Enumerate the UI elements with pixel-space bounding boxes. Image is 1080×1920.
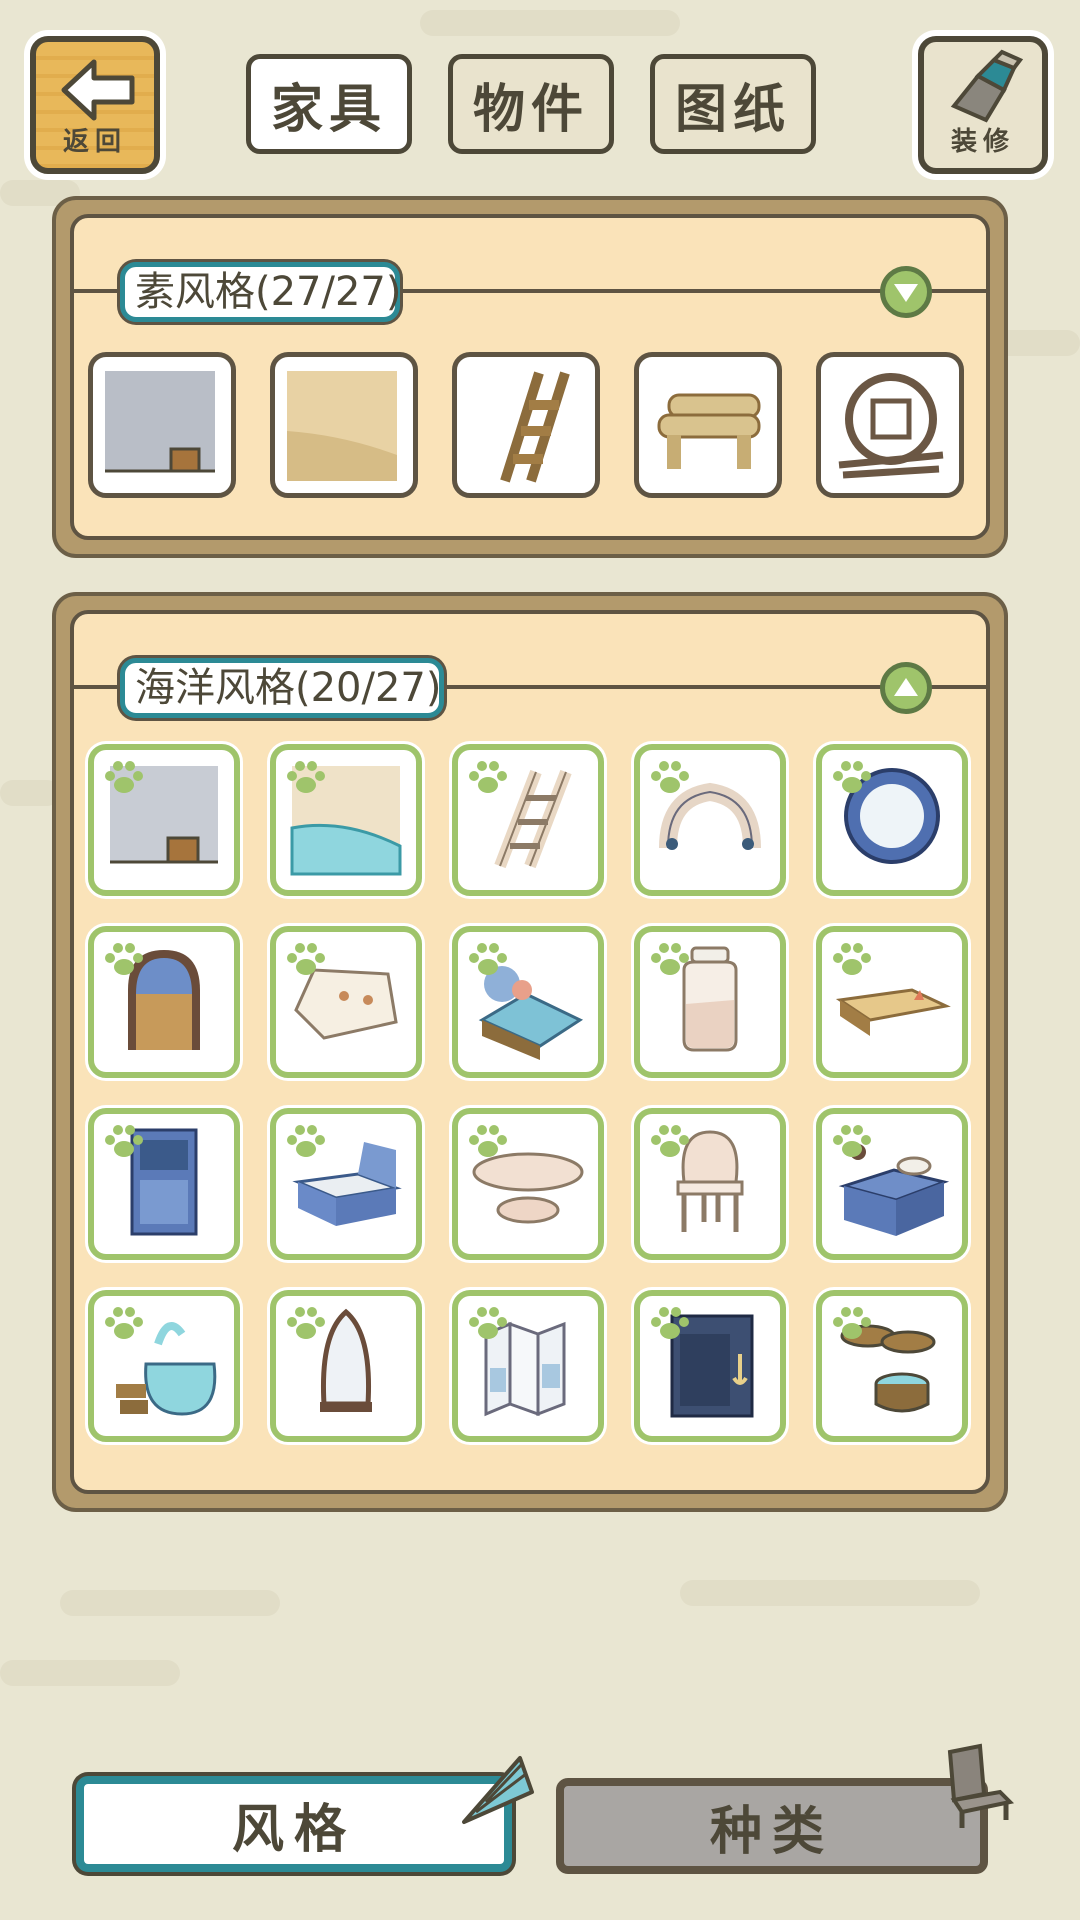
chevron-down-icon bbox=[894, 284, 918, 302]
chair-icon bbox=[947, 1743, 1015, 1828]
paw-badge-icon bbox=[105, 761, 143, 793]
back-button[interactable]: 返回 bbox=[30, 36, 160, 174]
tab-blueprints[interactable]: 图纸 bbox=[650, 54, 816, 154]
item-open-chest[interactable] bbox=[270, 1108, 422, 1260]
item-sand-floor[interactable] bbox=[270, 352, 418, 498]
stone-wall-icon bbox=[105, 371, 215, 473]
item-white-ladder[interactable] bbox=[452, 744, 604, 896]
item-round-window-frame[interactable] bbox=[816, 352, 964, 498]
paw-badge-icon bbox=[833, 1125, 871, 1157]
back-label: 返回 bbox=[62, 127, 127, 157]
expand-toggle[interactable] bbox=[880, 266, 932, 318]
item-clam-table[interactable] bbox=[452, 1108, 604, 1260]
item-surfboard-mirror[interactable] bbox=[270, 1290, 422, 1442]
paw-badge-icon bbox=[469, 1125, 507, 1157]
item-stone-wall[interactable] bbox=[88, 352, 236, 498]
item-tooth-rocks[interactable] bbox=[634, 744, 786, 896]
style-tab-button[interactable]: 风格 bbox=[76, 1776, 512, 1872]
tab-furniture[interactable]: 家具 bbox=[246, 54, 412, 154]
paint-brush-icon bbox=[950, 49, 1024, 123]
paw-badge-icon bbox=[651, 1307, 689, 1339]
arrow-left-icon bbox=[61, 59, 135, 121]
item-arched-door[interactable] bbox=[88, 926, 240, 1078]
round-frame-icon bbox=[838, 373, 944, 479]
paw-badge-icon bbox=[469, 1307, 507, 1339]
item-pool-floor[interactable] bbox=[270, 744, 422, 896]
section-title: 海洋风格(20/27) bbox=[120, 658, 444, 718]
paw-badge-icon bbox=[287, 1125, 325, 1157]
seashell-icon bbox=[462, 1756, 534, 1824]
paw-badge-icon bbox=[469, 761, 507, 793]
item-sand-jar[interactable] bbox=[634, 926, 786, 1078]
item-anchor-cabinet[interactable] bbox=[634, 1290, 786, 1442]
item-kitchen-counter[interactable] bbox=[816, 1108, 968, 1260]
category-tab-button[interactable]: 种类 bbox=[556, 1778, 988, 1874]
ladder-icon bbox=[500, 371, 570, 483]
paw-badge-icon bbox=[287, 1307, 325, 1339]
item-starfish-bench[interactable] bbox=[816, 926, 968, 1078]
decorate-button[interactable]: 装修 bbox=[918, 36, 1048, 174]
paw-badge-icon bbox=[651, 761, 689, 793]
item-wood-ladder[interactable] bbox=[452, 352, 600, 498]
paw-badge-icon bbox=[833, 761, 871, 793]
collapse-toggle[interactable] bbox=[880, 662, 932, 714]
section-plain-style: 素风格(27/27) bbox=[52, 196, 1008, 558]
item-blue-cabinet[interactable] bbox=[88, 1108, 240, 1260]
tab-objects[interactable]: 物件 bbox=[448, 54, 614, 154]
decorate-label: 装修 bbox=[950, 127, 1015, 157]
item-barrel-stack[interactable] bbox=[816, 1290, 968, 1442]
paw-badge-icon bbox=[651, 943, 689, 975]
paw-badge-icon bbox=[651, 1125, 689, 1157]
paw-badge-icon bbox=[833, 943, 871, 975]
paw-badge-icon bbox=[287, 943, 325, 975]
paw-badge-icon bbox=[105, 943, 143, 975]
item-shell-bed[interactable] bbox=[452, 926, 604, 1078]
item-porthole-window[interactable] bbox=[816, 744, 968, 896]
item-shell-chair[interactable] bbox=[634, 1108, 786, 1260]
section-title: 素风格(27/27) bbox=[120, 262, 401, 322]
paw-badge-icon bbox=[105, 1125, 143, 1157]
log-bench-icon bbox=[657, 393, 761, 469]
item-log-bench[interactable] bbox=[634, 352, 782, 498]
item-folding-screen[interactable] bbox=[452, 1290, 604, 1442]
paw-badge-icon bbox=[469, 943, 507, 975]
item-map-rug[interactable] bbox=[270, 926, 422, 1078]
item-fountain-tub[interactable] bbox=[88, 1290, 240, 1442]
sand-floor-icon bbox=[287, 371, 397, 481]
section-ocean-style: 海洋风格(20/27) bbox=[52, 592, 1008, 1512]
paw-badge-icon bbox=[105, 1307, 143, 1339]
paw-badge-icon bbox=[833, 1307, 871, 1339]
chevron-up-icon bbox=[894, 678, 918, 696]
item-ocean-wall[interactable] bbox=[88, 744, 240, 896]
paw-badge-icon bbox=[287, 761, 325, 793]
